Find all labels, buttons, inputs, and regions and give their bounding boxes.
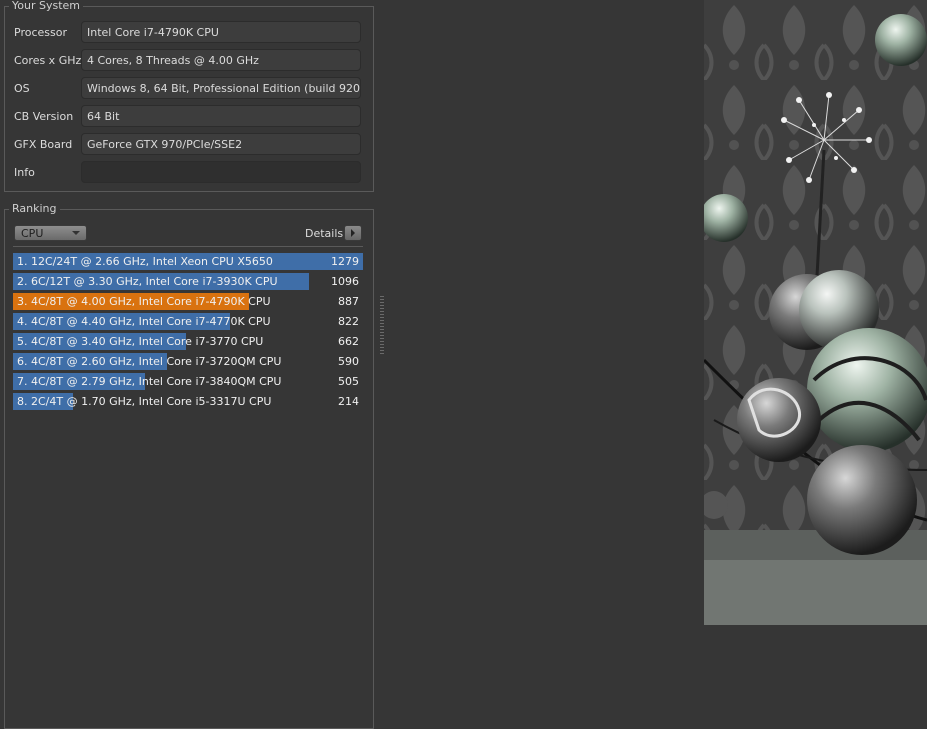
ranking-row-score: 590 bbox=[338, 355, 359, 368]
ranking-row-score: 505 bbox=[338, 375, 359, 388]
info-field[interactable] bbox=[81, 161, 361, 183]
ranking-divider bbox=[13, 246, 363, 247]
cb-version-label: CB Version bbox=[14, 110, 74, 123]
ranking-row-label: 7. 4C/8T @ 2.79 GHz, Intel Core i7-3840Q… bbox=[17, 375, 282, 388]
ranking-row-label: 2. 6C/12T @ 3.30 GHz, Intel Core i7-3930… bbox=[17, 275, 278, 288]
details-label: Details bbox=[305, 227, 344, 240]
ranking-title: Ranking bbox=[9, 202, 60, 216]
ranking-row-score: 214 bbox=[338, 395, 359, 408]
your-system-title: Your System bbox=[9, 0, 83, 13]
ranking-row-label: 5. 4C/8T @ 3.40 GHz, Intel Core i7-3770 … bbox=[17, 335, 264, 348]
play-arrow-icon bbox=[351, 229, 355, 237]
ranking-row-score: 887 bbox=[338, 295, 359, 308]
cores-field[interactable]: 4 Cores, 8 Threads @ 4.00 GHz bbox=[81, 49, 361, 71]
ranking-row-score: 662 bbox=[338, 335, 359, 348]
panel-resize-handle[interactable] bbox=[380, 296, 384, 354]
gfx-board-label: GFX Board bbox=[14, 138, 73, 151]
ranking-row-label: 6. 4C/8T @ 2.60 GHz, Intel Core i7-3720Q… bbox=[17, 355, 282, 368]
cores-row: Cores x GHz 4 Cores, 8 Threads @ 4.00 GH… bbox=[5, 49, 373, 73]
gfx-board-field[interactable]: GeForce GTX 970/PCIe/SSE2 bbox=[81, 133, 361, 155]
ranking-type-value: CPU bbox=[21, 227, 44, 240]
cb-version-field[interactable]: 64 Bit bbox=[81, 105, 361, 127]
ranking-row-label: 3. 4C/8T @ 4.00 GHz, Intel Core i7-4790K… bbox=[17, 295, 271, 308]
ranking-row[interactable]: 4. 4C/8T @ 4.40 GHz, Intel Core i7-4770K… bbox=[13, 313, 363, 330]
ranking-row-current[interactable]: 3. 4C/8T @ 4.00 GHz, Intel Core i7-4790K… bbox=[13, 293, 363, 310]
chevron-down-icon bbox=[72, 231, 80, 235]
ranking-row-label: 4. 4C/8T @ 4.40 GHz, Intel Core i7-4770K… bbox=[17, 315, 271, 328]
ranking-row[interactable]: 8. 2C/4T @ 1.70 GHz, Intel Core i5-3317U… bbox=[13, 393, 363, 410]
os-field[interactable]: Windows 8, 64 Bit, Professional Edition … bbox=[81, 77, 361, 99]
os-label: OS bbox=[14, 82, 30, 95]
ranking-row-score: 822 bbox=[338, 315, 359, 328]
ranking-row[interactable]: 6. 4C/8T @ 2.60 GHz, Intel Core i7-3720Q… bbox=[13, 353, 363, 370]
render-scene bbox=[704, 0, 927, 625]
ranking-panel: Ranking CPU Details 1. 12C/24T @ 2.66 GH… bbox=[4, 202, 374, 729]
info-row: Info bbox=[5, 161, 373, 185]
ranking-row-label: 8. 2C/4T @ 1.70 GHz, Intel Core i5-3317U… bbox=[17, 395, 272, 408]
ranking-type-dropdown[interactable]: CPU bbox=[14, 225, 87, 241]
ranking-row-score: 1096 bbox=[331, 275, 359, 288]
ranking-row[interactable]: 2. 6C/12T @ 3.30 GHz, Intel Core i7-3930… bbox=[13, 273, 363, 290]
processor-row: Processor Intel Core i7-4790K CPU bbox=[5, 21, 373, 45]
os-row: OS Windows 8, 64 Bit, Professional Editi… bbox=[5, 77, 373, 101]
gfx-board-row: GFX Board GeForce GTX 970/PCIe/SSE2 bbox=[5, 133, 373, 157]
your-system-panel: Your System Processor Intel Core i7-4790… bbox=[4, 0, 374, 192]
cores-label: Cores x GHz bbox=[14, 54, 82, 67]
processor-label: Processor bbox=[14, 26, 67, 39]
ranking-row[interactable]: 5. 4C/8T @ 3.40 GHz, Intel Core i7-3770 … bbox=[13, 333, 363, 350]
ranking-row-label: 1. 12C/24T @ 2.66 GHz, Intel Xeon CPU X5… bbox=[17, 255, 273, 268]
render-preview-image bbox=[704, 0, 927, 625]
processor-field[interactable]: Intel Core i7-4790K CPU bbox=[81, 21, 361, 43]
info-label: Info bbox=[14, 166, 35, 179]
ranking-row-score: 1279 bbox=[331, 255, 359, 268]
ranking-row[interactable]: 7. 4C/8T @ 2.79 GHz, Intel Core i7-3840Q… bbox=[13, 373, 363, 390]
cb-version-row: CB Version 64 Bit bbox=[5, 105, 373, 129]
details-button[interactable] bbox=[344, 225, 362, 241]
ranking-row[interactable]: 1. 12C/24T @ 2.66 GHz, Intel Xeon CPU X5… bbox=[13, 253, 363, 270]
